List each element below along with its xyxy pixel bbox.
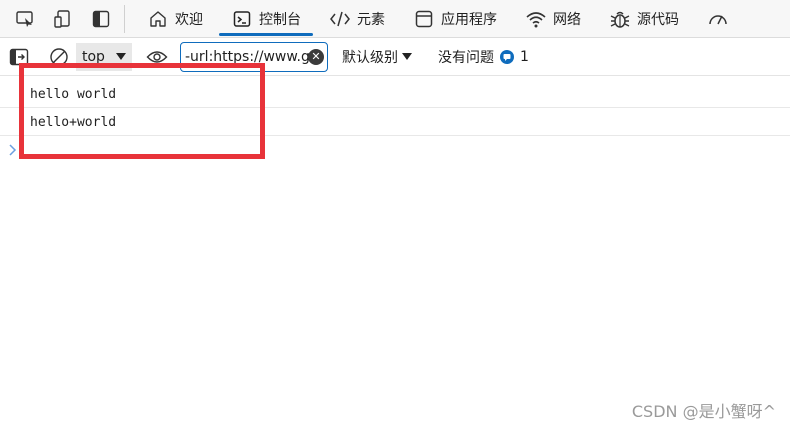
caret-down-icon	[402, 49, 412, 65]
wifi-icon	[525, 8, 547, 30]
devtools-tab-bar: 欢迎 控制台 元素 应用程序 网络 源代码	[0, 0, 790, 38]
highlight-annotation-box	[19, 63, 265, 159]
tab-label: 元素	[357, 12, 385, 28]
console-prompt-chevron-icon[interactable]	[8, 143, 18, 161]
inspect-element-icon[interactable]	[6, 0, 44, 38]
log-levels-label: 默认级别	[342, 49, 398, 66]
tab-label: 欢迎	[175, 12, 203, 28]
app-window-icon	[413, 8, 435, 30]
tab-elements[interactable]: 元素	[315, 0, 399, 38]
log-levels-dropdown[interactable]: 默认级别	[342, 47, 412, 67]
tab-performance-partial[interactable]	[693, 0, 729, 38]
tab-bar-divider	[124, 4, 125, 33]
issues-counter[interactable]: 没有问题 1	[438, 47, 529, 67]
console-icon	[231, 8, 253, 30]
tab-welcome[interactable]: 欢迎	[133, 0, 217, 38]
code-tags-icon	[329, 8, 351, 30]
home-icon	[147, 8, 169, 30]
issues-label: 没有问题	[438, 49, 494, 66]
tab-console[interactable]: 控制台	[217, 0, 315, 38]
tab-label: 控制台	[259, 12, 301, 28]
gauge-icon	[707, 8, 729, 30]
clear-filter-icon[interactable]: ✕	[308, 48, 324, 65]
tab-label: 源代码	[637, 12, 679, 28]
tab-application[interactable]: 应用程序	[399, 0, 511, 38]
issue-message-icon	[500, 49, 514, 64]
tab-network[interactable]: 网络	[511, 0, 595, 38]
watermark: CSDN @是小蟹呀^	[631, 402, 776, 421]
issues-count: 1	[520, 48, 529, 65]
tab-label: 应用程序	[441, 12, 497, 28]
bug-icon	[609, 8, 631, 30]
tab-sources[interactable]: 源代码	[595, 0, 693, 38]
device-emulation-icon[interactable]	[44, 0, 82, 38]
tab-label: 网络	[553, 12, 581, 28]
dock-side-icon[interactable]	[82, 0, 120, 38]
